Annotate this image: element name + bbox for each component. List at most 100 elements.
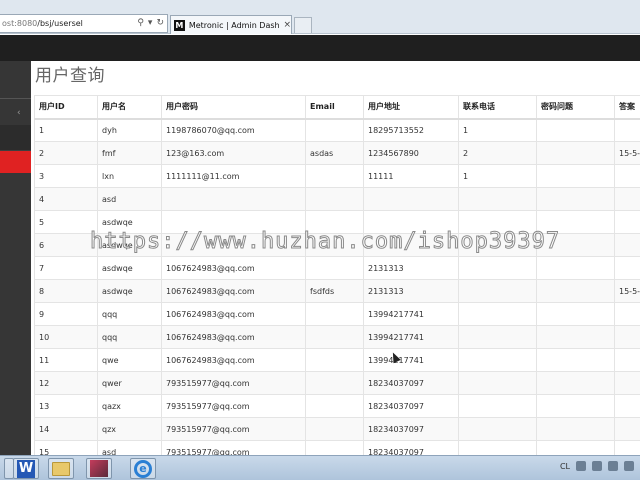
table-cell <box>614 417 640 441</box>
table-row[interactable]: 7 asdwqe 1067624983@qq.com 2131313 <box>34 256 640 280</box>
table-cell: 13994217741 <box>363 348 459 372</box>
table-header-row: 用户ID 用户名 用户密码 Email 用户地址 联系电话 密码问题 答案 <box>34 95 640 120</box>
taskbar-ie-button[interactable]: e <box>130 458 156 479</box>
table-cell: 18234037097 <box>363 394 459 418</box>
table-row[interactable]: 15 asd 793515977@qq.com 18234037097 <box>34 440 640 455</box>
column-header: 用户地址 <box>363 95 459 120</box>
table-cell: 5 <box>34 210 98 234</box>
table-cell <box>458 440 537 455</box>
table-row[interactable]: 1 dyh 1198786070@qq.com 18295713552 1 <box>34 118 640 142</box>
table-cell <box>305 417 364 441</box>
table-cell: qwe <box>97 348 162 372</box>
table-cell: 9 <box>34 302 98 326</box>
table-cell: 2131313 <box>363 256 459 280</box>
table-cell <box>458 417 537 441</box>
table-cell: 1067624983@qq.com <box>161 325 306 349</box>
table-row[interactable]: 2fmf123@163.comasdas1234567890215-5-3 <box>34 141 640 165</box>
system-tray: CL <box>560 461 634 471</box>
table-cell <box>458 394 537 418</box>
close-icon[interactable]: × <box>283 20 291 30</box>
page-title: 用户查询 <box>35 66 105 86</box>
search-icon[interactable]: ⚲ <box>137 18 144 28</box>
table-cell: 1067624983@qq.com <box>161 256 306 280</box>
word-icon: W <box>17 459 35 478</box>
sidebar-divider <box>0 98 31 99</box>
table-cell: dyh <box>97 118 162 142</box>
table-cell: asdwqe <box>97 256 162 280</box>
table-cell: 18234037097 <box>363 417 459 441</box>
browser-tab[interactable]: M Metronic | Admin Dashb... × <box>170 15 292 34</box>
table-cell <box>305 187 364 211</box>
table-row[interactable]: 8 asdwqe 1067624983@qq.com fsdfds 2131313 15-… <box>34 279 640 303</box>
tray-volume-icon[interactable] <box>608 461 618 471</box>
main-content: 用户查询 用户ID 用户名 用户密码 Email 用户地址 联系电话 密码问题 答案 1 dyh… <box>31 61 640 455</box>
table-row[interactable]: 12 qwer 793515977@qq.com 18234037097 <box>34 371 640 395</box>
table-cell <box>458 256 537 280</box>
table-row[interactable]: 9 qqq 1067624983@qq.com 13994217741 <box>34 302 640 326</box>
table-cell <box>536 302 615 326</box>
sidebar-item[interactable] <box>0 125 31 151</box>
table-row[interactable]: 3 lxn 1111111@11.com 11111 1 <box>34 164 640 188</box>
table-cell <box>614 233 640 257</box>
tray-flag-icon[interactable] <box>624 461 634 471</box>
table-cell: asd <box>97 187 162 211</box>
table-cell: 13 <box>34 394 98 418</box>
column-header: Email <box>305 95 364 120</box>
table-cell: asd <box>97 440 162 455</box>
table-cell <box>536 141 615 165</box>
taskbar-picture-button[interactable] <box>86 458 112 479</box>
table-cell <box>536 118 615 142</box>
table-cell <box>614 164 640 188</box>
taskbar-word-button[interactable]: W <box>13 458 39 479</box>
table-cell <box>536 348 615 372</box>
column-header: 联系电话 <box>458 95 537 120</box>
table-row[interactable]: 11 qwe 1067624983@qq.com 13994217741 <box>34 348 640 372</box>
table-cell <box>536 440 615 455</box>
table-cell: qazx <box>97 394 162 418</box>
table-cell <box>305 118 364 142</box>
table-cell <box>305 440 364 455</box>
table-cell: 1 <box>458 118 537 142</box>
table-cell <box>458 302 537 326</box>
table-cell: 15-5-3 <box>614 279 640 303</box>
table-cell: 1067624983@qq.com <box>161 348 306 372</box>
address-bar[interactable]: ost:8080 /bsj/usersel ⚲ ▾ ↻ <box>0 14 168 33</box>
column-header: 用户名 <box>97 95 162 120</box>
tray-keyboard-icon[interactable] <box>576 461 586 471</box>
sidebar-toggle-icon[interactable]: ‹ <box>17 108 21 118</box>
column-header: 用户密码 <box>161 95 306 120</box>
table-row[interactable]: 10 qqq 1067624983@qq.com 13994217741 <box>34 325 640 349</box>
taskbar-folder-button[interactable] <box>48 458 74 479</box>
table-cell: 10 <box>34 325 98 349</box>
table-row[interactable]: 14 qzx 793515977@qq.com 18234037097 <box>34 417 640 441</box>
table-cell: 13994217741 <box>363 302 459 326</box>
table-cell: 12 <box>34 371 98 395</box>
favicon-icon: M <box>174 19 185 31</box>
table-cell <box>536 164 615 188</box>
new-tab-button[interactable] <box>294 17 312 33</box>
table-cell <box>614 187 640 211</box>
dropdown-icon[interactable]: ▾ <box>148 18 153 28</box>
refresh-icon[interactable]: ↻ <box>156 18 164 28</box>
table-cell: 2 <box>458 141 537 165</box>
table-cell <box>458 187 537 211</box>
table-row[interactable]: 13 qazx 793515977@qq.com 18234037097 <box>34 394 640 418</box>
tray-network-icon[interactable] <box>592 461 602 471</box>
table-cell <box>458 371 537 395</box>
sidebar-item-active[interactable] <box>0 151 31 173</box>
table-cell <box>305 302 364 326</box>
table-cell <box>614 348 640 372</box>
table-cell <box>614 118 640 142</box>
table-cell: asdwqe <box>97 279 162 303</box>
table-row[interactable]: 4 asd <box>34 187 640 211</box>
table-cell: 2131313 <box>363 279 459 303</box>
table-cell: 15-5-3 <box>614 141 640 165</box>
table-cell <box>458 279 537 303</box>
sidebar: ‹ <box>0 61 31 455</box>
table-cell <box>536 256 615 280</box>
column-header: 用户ID <box>34 95 98 120</box>
language-indicator[interactable]: CL <box>560 462 570 471</box>
table-cell <box>161 187 306 211</box>
table-cell <box>614 256 640 280</box>
table-cell <box>536 279 615 303</box>
